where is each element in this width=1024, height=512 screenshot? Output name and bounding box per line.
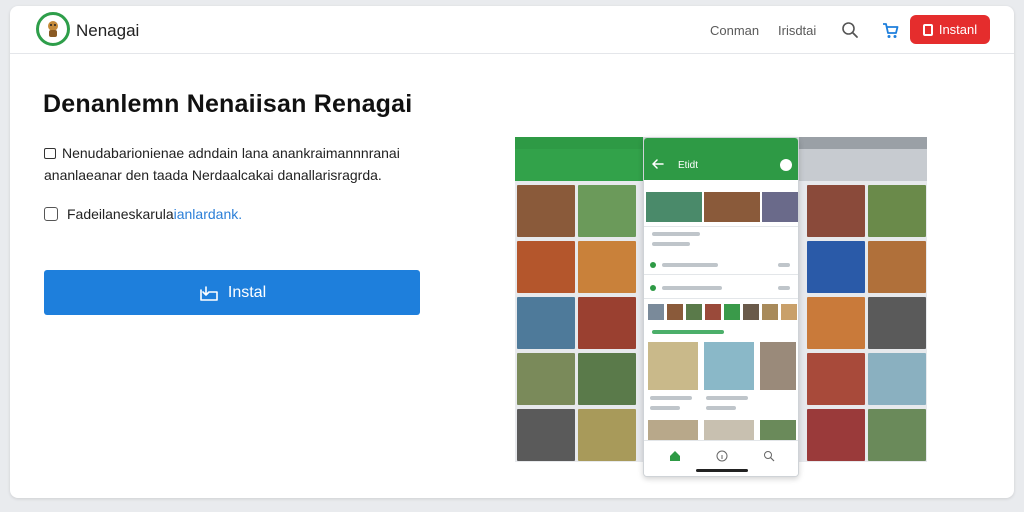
photo-tile[interactable] (578, 185, 636, 237)
phone-status-bar (644, 138, 798, 150)
photo-tile[interactable] (868, 297, 926, 349)
photo-tile[interactable] (517, 409, 575, 461)
photo-tile[interactable] (517, 241, 575, 293)
nav-link-irisdtai[interactable]: Irisdtai (778, 23, 816, 38)
photo-tile[interactable] (807, 241, 865, 293)
description-line-1: Nenudabarionienae adndain lana anankraim… (44, 142, 424, 164)
install-button-label: Instal (227, 283, 267, 301)
photo-card[interactable] (704, 342, 754, 390)
divider (644, 298, 798, 299)
thumbnail[interactable] (743, 304, 759, 320)
phone-title: Etidt (678, 159, 699, 171)
photo-strip-tile[interactable] (762, 192, 798, 222)
photo-card[interactable] (704, 420, 754, 440)
photo-tile[interactable] (807, 353, 865, 405)
photo-tile[interactable] (517, 297, 575, 349)
text-line (778, 263, 790, 267)
text-line (650, 396, 692, 400)
terms-checkbox-row[interactable]: Fadeilaneskarula ianlardank. (44, 206, 242, 222)
thumbnail[interactable] (781, 304, 797, 320)
text-line (662, 263, 718, 267)
page-title: Denanlemn Nenaiisan Renagai (43, 90, 413, 118)
photo-tile[interactable] (807, 297, 865, 349)
section-heading-line (652, 330, 724, 334)
status-bar (515, 137, 643, 149)
header-install-button[interactable]: Instanl (910, 15, 990, 44)
square-icon (44, 148, 56, 159)
photo-card[interactable] (760, 420, 796, 440)
nav-link-conman[interactable]: Conman (710, 23, 759, 38)
install-icon (200, 285, 218, 301)
home-indicator (696, 469, 748, 472)
app-bar (799, 149, 927, 181)
phone-mockup: Etidt (643, 137, 799, 477)
description-line-2: ananlaeanar den taada Nerdaalcakai danal… (44, 167, 382, 183)
thumbnail[interactable] (686, 304, 702, 320)
terms-link[interactable]: ianlardank. (174, 206, 243, 222)
top-header: Nenagai Conman Irisdtai Instanl (10, 6, 1014, 54)
search-icon[interactable] (762, 449, 776, 463)
app-preview-gallery: Etidt (515, 137, 927, 477)
install-button[interactable]: Instal (44, 270, 420, 315)
more-icon[interactable] (780, 159, 792, 171)
terms-text: Fadeilaneskarula (67, 206, 174, 222)
photo-tile[interactable] (517, 185, 575, 237)
photo-tile[interactable] (807, 185, 865, 237)
photo-tile[interactable] (578, 297, 636, 349)
page-card: Nenagai Conman Irisdtai Instanl Denanlem… (10, 6, 1014, 498)
text-line (706, 396, 748, 400)
mascot-logo-icon[interactable] (36, 12, 70, 46)
header-install-label: Instanl (938, 22, 978, 37)
photo-tile[interactable] (868, 241, 926, 293)
status-bar (799, 137, 927, 149)
thumbnail[interactable] (705, 304, 721, 320)
description: Nenudabarionienae adndain lana anankraim… (44, 142, 424, 186)
photo-tile[interactable] (578, 353, 636, 405)
brand-name[interactable]: Nenagai (76, 21, 139, 41)
phone-app-bar: Etidt (644, 150, 798, 180)
text-line (652, 232, 700, 236)
info-icon[interactable] (715, 449, 729, 463)
photo-tile[interactable] (868, 409, 926, 461)
thumbnail[interactable] (667, 304, 683, 320)
home-icon[interactable] (668, 449, 682, 463)
divider (644, 226, 798, 227)
search-icon[interactable] (838, 18, 862, 42)
photo-tile[interactable] (517, 353, 575, 405)
text-line (650, 406, 680, 410)
app-bar (515, 149, 643, 181)
photo-card[interactable] (648, 420, 698, 440)
status-dot-icon (650, 285, 656, 291)
phone-bottom-nav (644, 440, 798, 476)
photo-strip-tile[interactable] (704, 192, 760, 222)
photo-tile[interactable] (868, 353, 926, 405)
photo-card[interactable] (760, 342, 796, 390)
install-icon (922, 23, 933, 36)
thumbnail[interactable] (762, 304, 778, 320)
thumbnail[interactable] (648, 304, 664, 320)
cart-icon[interactable] (878, 18, 902, 42)
photo-tile[interactable] (868, 185, 926, 237)
back-arrow-icon[interactable] (651, 158, 664, 172)
gallery-left-panel (515, 137, 643, 462)
text-line (662, 286, 722, 290)
terms-checkbox[interactable] (44, 207, 58, 221)
thumbnail[interactable] (724, 304, 740, 320)
photo-tile[interactable] (807, 409, 865, 461)
text-line (706, 406, 736, 410)
text-line (652, 242, 690, 246)
divider (644, 274, 798, 275)
photo-card[interactable] (648, 342, 698, 390)
photo-tile[interactable] (578, 241, 636, 293)
gallery-right-panel (799, 137, 927, 462)
text-line (778, 286, 790, 290)
photo-strip-tile[interactable] (646, 192, 702, 222)
photo-tile[interactable] (578, 409, 636, 461)
status-dot-icon (650, 262, 656, 268)
